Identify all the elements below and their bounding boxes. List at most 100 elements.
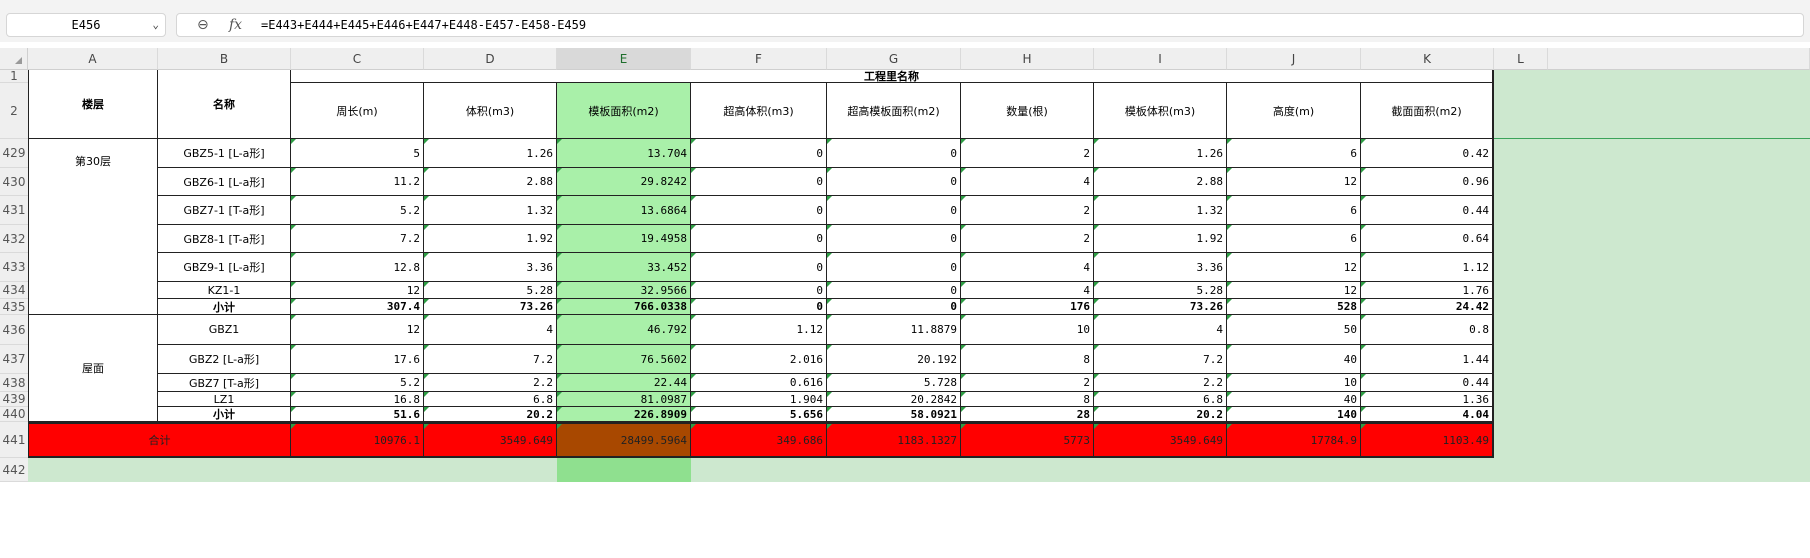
total-value[interactable]: 5773 [961,422,1094,458]
row-header[interactable]: 441 [0,422,28,458]
value-cell[interactable]: 81.0987 [557,392,691,407]
row-header[interactable]: 431 [0,196,28,225]
value-cell[interactable]: 1.26 [1094,139,1227,168]
column-header-g[interactable]: G [827,48,961,70]
value-cell[interactable]: 11.8879 [827,315,961,345]
value-cell[interactable]: 5.28 [1094,282,1227,299]
value-cell[interactable]: 1.92 [424,225,557,253]
column-header-d[interactable]: D [424,48,557,70]
value-cell[interactable]: 0 [827,196,961,225]
total-value[interactable]: 10976.1 [291,422,424,458]
column-header-h[interactable]: H [961,48,1094,70]
value-cell[interactable]: 12 [1227,253,1361,282]
row-header[interactable]: 433 [0,253,28,282]
value-cell[interactable]: 76.5602 [557,345,691,374]
value-cell[interactable]: 29.8242 [557,168,691,196]
chevron-down-icon[interactable]: ⌄ [152,14,159,36]
subtotal-value[interactable]: 0 [691,299,827,315]
subtotal-value[interactable]: 4.04 [1361,407,1494,422]
value-cell[interactable]: 7.2 [291,225,424,253]
value-cell[interactable]: 0 [827,168,961,196]
total-value[interactable]: 3549.649 [1094,422,1227,458]
value-cell[interactable]: 10 [961,315,1094,345]
value-cell[interactable]: 16.8 [291,392,424,407]
row-header[interactable]: 440 [0,407,28,422]
total-value[interactable]: 28499.5964 [557,422,691,458]
value-cell[interactable]: 0 [691,139,827,168]
value-cell[interactable]: 8 [961,345,1094,374]
value-cell[interactable]: 0.8 [1361,315,1494,345]
column-header-l[interactable]: L [1494,48,1548,70]
value-cell[interactable]: 2 [961,196,1094,225]
subtotal-value[interactable]: 28 [961,407,1094,422]
value-cell[interactable]: 2.016 [691,345,827,374]
column-header-k[interactable]: K [1361,48,1494,70]
value-cell[interactable]: 46.792 [557,315,691,345]
value-cell[interactable]: 12 [1227,282,1361,299]
value-cell[interactable]: 6.8 [1094,392,1227,407]
value-cell[interactable]: 7.2 [424,345,557,374]
value-cell[interactable]: 1.26 [424,139,557,168]
value-cell[interactable]: 1.32 [424,196,557,225]
row-header[interactable]: 1 [0,69,28,83]
row-header[interactable]: 434 [0,282,28,299]
value-cell[interactable]: 20.192 [827,345,961,374]
value-cell[interactable]: 12 [291,282,424,299]
value-cell[interactable]: 2.88 [424,168,557,196]
value-cell[interactable]: 3.36 [1094,253,1227,282]
subtotal-value[interactable]: 0 [827,299,961,315]
value-cell[interactable]: 4 [961,282,1094,299]
value-cell[interactable]: 19.4958 [557,225,691,253]
zoom-icon[interactable]: ⊖ [197,14,209,36]
value-cell[interactable]: 50 [1227,315,1361,345]
column-header-e[interactable]: E [557,48,691,70]
value-cell[interactable]: 6 [1227,225,1361,253]
value-cell[interactable]: 32.9566 [557,282,691,299]
value-cell[interactable]: 2.2 [1094,374,1227,392]
value-cell[interactable]: 1.92 [1094,225,1227,253]
subtotal-value[interactable]: 20.2 [1094,407,1227,422]
value-cell[interactable]: 6.8 [424,392,557,407]
subtotal-value[interactable]: 24.42 [1361,299,1494,315]
value-cell[interactable]: 10 [1227,374,1361,392]
total-value[interactable]: 1103.49 [1361,422,1494,458]
value-cell[interactable]: 4 [424,315,557,345]
subtotal-value[interactable]: 766.0338 [557,299,691,315]
select-all-corner[interactable] [0,48,28,70]
value-cell[interactable]: 1.12 [1361,253,1494,282]
value-cell[interactable]: 0 [827,253,961,282]
column-header-i[interactable]: I [1094,48,1227,70]
column-header-j[interactable]: J [1227,48,1361,70]
row-header[interactable]: 438 [0,374,28,392]
value-cell[interactable]: 13.704 [557,139,691,168]
value-cell[interactable]: 2 [961,139,1094,168]
row-header[interactable]: 435 [0,299,28,315]
value-cell[interactable]: 22.44 [557,374,691,392]
value-cell[interactable]: 2 [961,374,1094,392]
value-cell[interactable]: 1.904 [691,392,827,407]
total-value[interactable]: 17784.9 [1227,422,1361,458]
value-cell[interactable]: 0 [827,225,961,253]
value-cell[interactable]: 1.12 [691,315,827,345]
value-cell[interactable]: 17.6 [291,345,424,374]
fx-icon[interactable]: fx [229,14,242,36]
value-cell[interactable]: 0 [827,282,961,299]
subtotal-value[interactable]: 528 [1227,299,1361,315]
value-cell[interactable]: 0 [827,139,961,168]
value-cell[interactable]: 5.728 [827,374,961,392]
subtotal-value[interactable]: 226.8909 [557,407,691,422]
row-header[interactable]: 436 [0,315,28,345]
value-cell[interactable]: 40 [1227,345,1361,374]
row-header[interactable]: 442 [0,458,28,482]
value-cell[interactable]: 5.2 [291,374,424,392]
row-header[interactable]: 2 [0,83,28,139]
value-cell[interactable]: 2 [961,225,1094,253]
row-header[interactable]: 439 [0,392,28,407]
value-cell[interactable]: 0.44 [1361,196,1494,225]
value-cell[interactable]: 0.64 [1361,225,1494,253]
value-cell[interactable]: 6 [1227,139,1361,168]
value-cell[interactable]: 4 [961,168,1094,196]
value-cell[interactable]: 0 [691,225,827,253]
name-box[interactable]: E456 ⌄ [6,13,166,37]
subtotal-value[interactable]: 73.26 [424,299,557,315]
